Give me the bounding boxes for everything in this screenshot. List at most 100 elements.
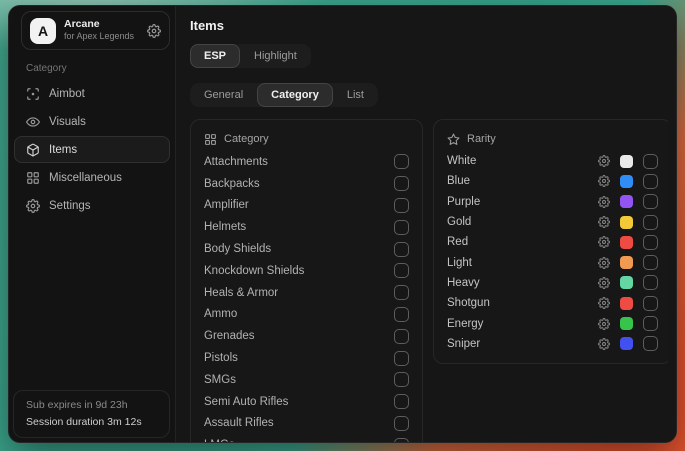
- page-title: Items: [190, 18, 676, 33]
- app-header-card: A Arcane for Apex Legends: [21, 11, 170, 50]
- rarity-color-swatch[interactable]: [620, 236, 633, 249]
- category-checkbox[interactable]: [394, 416, 409, 431]
- category-checkbox[interactable]: [394, 307, 409, 322]
- category-panel-header: Category: [204, 129, 409, 149]
- category-row: Ammo: [204, 304, 409, 326]
- tab-highlight[interactable]: Highlight: [240, 44, 311, 68]
- sidebar-item-label: Aimbot: [49, 88, 85, 100]
- category-checkbox[interactable]: [394, 198, 409, 213]
- rarity-color-swatch[interactable]: [620, 276, 633, 289]
- rarity-row-label: Blue: [447, 175, 598, 187]
- category-checkbox[interactable]: [394, 154, 409, 169]
- sidebar-section-label: Category: [26, 63, 175, 74]
- category-checkbox[interactable]: [394, 285, 409, 300]
- rarity-row-label: Gold: [447, 216, 598, 228]
- category-checkbox[interactable]: [394, 220, 409, 235]
- rarity-checkbox[interactable]: [643, 154, 658, 169]
- category-row-label: Attachments: [204, 156, 268, 168]
- app-window: A Arcane for Apex Legends Category Aimbo…: [8, 5, 677, 443]
- rarity-checkbox[interactable]: [643, 235, 658, 250]
- sidebar-item-visuals[interactable]: Visuals: [14, 108, 170, 135]
- category-row: Helmets: [204, 216, 409, 238]
- rarity-color-swatch[interactable]: [620, 256, 633, 269]
- sidebar-item-miscellaneous[interactable]: Miscellaneous: [14, 164, 170, 191]
- category-row-label: Knockdown Shields: [204, 265, 304, 277]
- tab-list[interactable]: List: [333, 83, 378, 107]
- rarity-row: Purple: [447, 192, 658, 212]
- rarity-panel: Rarity White: [433, 119, 668, 364]
- rarity-color-swatch[interactable]: [620, 195, 633, 208]
- tab-category[interactable]: Category: [257, 83, 333, 107]
- category-panel: Category Attachments Backpacks: [190, 119, 423, 442]
- rarity-row: Energy: [447, 313, 658, 333]
- category-row-label: LMGs: [204, 439, 235, 442]
- rarity-checkbox[interactable]: [643, 296, 658, 311]
- category-row: SMGs: [204, 369, 409, 391]
- rarity-color-swatch[interactable]: [620, 297, 633, 310]
- rarity-color-swatch[interactable]: [620, 175, 633, 188]
- category-checkbox[interactable]: [394, 263, 409, 278]
- grid-icon: [26, 171, 40, 185]
- category-checkbox[interactable]: [394, 329, 409, 344]
- rarity-checkbox[interactable]: [643, 215, 658, 230]
- rarity-settings-gear-icon[interactable]: [598, 236, 610, 248]
- subscription-info-card: Sub expires in 9d 23h Session duration 3…: [13, 390, 170, 438]
- category-row: Heals & Armor: [204, 282, 409, 304]
- view-tabs: General Category List: [190, 83, 378, 107]
- rarity-settings-gear-icon[interactable]: [598, 155, 610, 167]
- package-icon: [26, 143, 40, 157]
- tab-esp[interactable]: ESP: [190, 44, 240, 68]
- category-row-label: Amplifier: [204, 199, 249, 211]
- rarity-settings-gear-icon[interactable]: [598, 277, 610, 289]
- rarity-settings-gear-icon[interactable]: [598, 257, 610, 269]
- rarity-checkbox[interactable]: [643, 174, 658, 189]
- category-row-label: Grenades: [204, 330, 255, 342]
- category-row: Body Shields: [204, 238, 409, 260]
- sidebar-item-items[interactable]: Items: [14, 136, 170, 163]
- category-checkbox[interactable]: [394, 242, 409, 257]
- category-row-label: Semi Auto Rifles: [204, 396, 288, 408]
- rarity-color-swatch[interactable]: [620, 337, 633, 350]
- rarity-list: White Blue: [447, 151, 658, 354]
- rarity-settings-gear-icon[interactable]: [598, 196, 610, 208]
- rarity-checkbox[interactable]: [643, 275, 658, 290]
- category-checkbox[interactable]: [394, 351, 409, 366]
- sub-expires-text: Sub expires in 9d 23h: [26, 397, 157, 413]
- rarity-row-label: White: [447, 155, 598, 167]
- sidebar-item-label: Items: [49, 144, 77, 156]
- rarity-settings-gear-icon[interactable]: [598, 338, 610, 350]
- category-row-label: Ammo: [204, 308, 237, 320]
- rarity-settings-gear-icon[interactable]: [598, 175, 610, 187]
- header-gear-icon[interactable]: [147, 24, 161, 38]
- category-checkbox[interactable]: [394, 176, 409, 191]
- category-row-label: Heals & Armor: [204, 287, 278, 299]
- sidebar-item-settings[interactable]: Settings: [14, 192, 170, 219]
- tab-general[interactable]: General: [190, 83, 257, 107]
- rarity-row: Sniper: [447, 334, 658, 354]
- rarity-color-swatch[interactable]: [620, 155, 633, 168]
- rarity-checkbox[interactable]: [643, 255, 658, 270]
- rarity-row-label: Red: [447, 236, 598, 248]
- rarity-checkbox[interactable]: [643, 316, 658, 331]
- sidebar-item-aimbot[interactable]: Aimbot: [14, 80, 170, 107]
- session-duration-text: Session duration 3m 12s: [26, 414, 157, 430]
- mode-tabs: ESP Highlight: [190, 44, 311, 68]
- category-row-label: Helmets: [204, 221, 246, 233]
- gear-icon: [26, 199, 40, 213]
- category-checkbox[interactable]: [394, 438, 409, 442]
- rarity-row-label: Heavy: [447, 277, 598, 289]
- grid-icon: [204, 133, 217, 146]
- rarity-settings-gear-icon[interactable]: [598, 297, 610, 309]
- rarity-checkbox[interactable]: [643, 194, 658, 209]
- category-checkbox[interactable]: [394, 394, 409, 409]
- rarity-color-swatch[interactable]: [620, 216, 633, 229]
- category-checkbox[interactable]: [394, 372, 409, 387]
- rarity-row-label: Purple: [447, 196, 598, 208]
- rarity-settings-gear-icon[interactable]: [598, 216, 610, 228]
- rarity-checkbox[interactable]: [643, 336, 658, 351]
- rarity-row: Gold: [447, 212, 658, 232]
- rarity-row: Shotgun: [447, 293, 658, 313]
- rarity-color-swatch[interactable]: [620, 317, 633, 330]
- category-row-label: Body Shields: [204, 243, 271, 255]
- rarity-settings-gear-icon[interactable]: [598, 318, 610, 330]
